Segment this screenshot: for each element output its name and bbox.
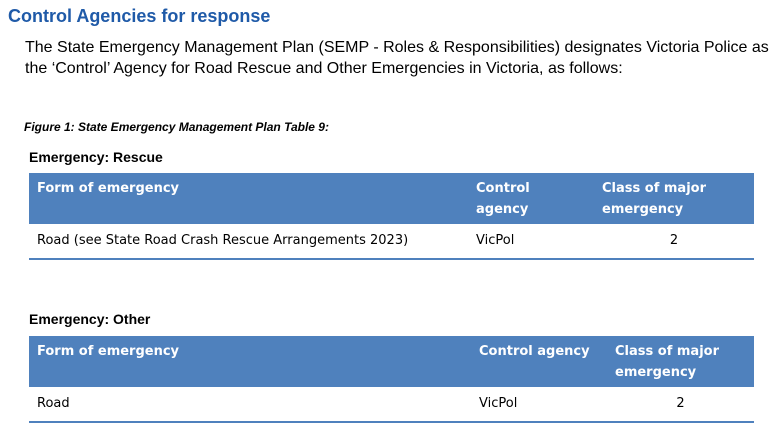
column-header-agency: Control agency — [468, 173, 594, 224]
section-heading: Control Agencies for response — [8, 6, 271, 26]
rescue-table: Form of emergency Control agency Class o… — [29, 173, 754, 260]
intro-paragraph: The State Emergency Management Plan (SEM… — [25, 39, 769, 77]
other-table: Form of emergency Control agency Class o… — [29, 336, 754, 423]
other-table-title: Emergency: Other — [29, 311, 151, 327]
table-header-row: Form of emergency Control agency Class o… — [29, 173, 754, 224]
column-header-class: Class of major emergency — [594, 173, 754, 224]
table-header-row: Form of emergency Control agency Class o… — [29, 336, 754, 387]
figure-caption: Figure 1: State Emergency Management Pla… — [24, 120, 329, 134]
cell-agency: VicPol — [468, 224, 594, 260]
column-header-form: Form of emergency — [29, 336, 471, 387]
table-row: Road VicPol 2 — [29, 387, 754, 423]
cell-class: 2 — [594, 224, 754, 260]
cell-class: 2 — [607, 387, 754, 423]
table-row: Road (see State Road Crash Rescue Arrang… — [29, 224, 754, 260]
cell-form: Road (see State Road Crash Rescue Arrang… — [29, 224, 468, 260]
cell-agency: VicPol — [471, 387, 607, 423]
column-header-form: Form of emergency — [29, 173, 468, 224]
rescue-table-title: Emergency: Rescue — [29, 149, 163, 165]
cell-form: Road — [29, 387, 471, 423]
column-header-class: Class of major emergency — [607, 336, 754, 387]
column-header-agency: Control agency — [471, 336, 607, 387]
